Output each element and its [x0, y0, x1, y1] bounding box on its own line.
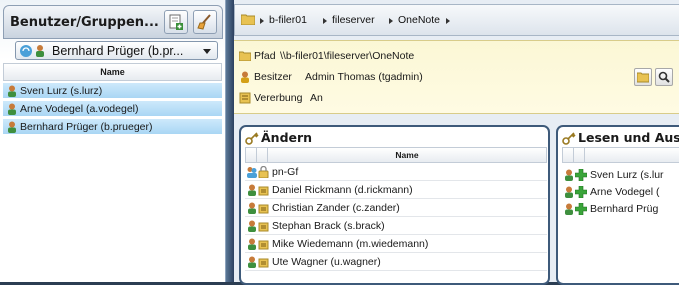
group-title-text: Ändern: [261, 130, 313, 145]
owner-value: Admin Thomas (tgadmin): [305, 71, 423, 83]
member-name: pn-Gf: [272, 166, 299, 178]
panel-splitter[interactable]: [226, 0, 234, 282]
user-icon: [565, 186, 573, 198]
user-icon: [8, 103, 16, 115]
member-name: Daniel Rickmann (d.rickmann): [272, 184, 413, 196]
user-icons: [20, 44, 50, 61]
add-permission-icon: [575, 169, 587, 181]
key-icon: [245, 132, 259, 145]
table-row[interactable]: Christian Zander (c.zander): [245, 200, 547, 217]
table-row[interactable]: Mike Wiedemann (m.wiedemann): [245, 236, 547, 253]
member-name: Ute Wagner (u.wagner): [272, 256, 381, 268]
add-permission-icon: [575, 186, 587, 198]
user-icon: [565, 203, 573, 215]
inherited-permission-icon: [258, 222, 269, 232]
table-header: Name: [245, 147, 547, 163]
column-header-icon-1[interactable]: [246, 148, 257, 162]
breadcrumb-separator-icon: [389, 18, 393, 24]
users-groups-header: Benutzer/Gruppen...: [3, 5, 223, 39]
inherited-permission-icon: [258, 240, 269, 250]
breadcrumb-item[interactable]: OneNote: [398, 14, 440, 26]
folder-icon: [241, 14, 255, 25]
member-name: Arne Vodegel (: [590, 186, 660, 198]
broom-icon: [197, 14, 211, 30]
user-icon: [248, 256, 256, 268]
open-folder-button[interactable]: [634, 68, 652, 86]
search-icon: [658, 71, 670, 83]
lock-icon: [258, 166, 269, 178]
member-name: Stephan Brack (s.brack): [272, 220, 385, 232]
user-name: Arne Vodegel (a.vodegel): [20, 103, 139, 115]
breadcrumb-separator-icon: [323, 18, 327, 24]
user-icon: [565, 169, 573, 181]
user-select-dropdown[interactable]: Bernhard Prüger (b.pr...: [15, 41, 218, 60]
breadcrumb-separator-icon: [260, 18, 264, 24]
inheritance-label: Vererbung: [254, 92, 303, 104]
user-name: Bernhard Prüger (b.prueger): [20, 121, 153, 133]
group-title-text: Lesen und Ausf: [578, 130, 679, 145]
folder-icon: [239, 51, 251, 61]
breadcrumb-item[interactable]: b-filer01: [269, 14, 307, 26]
users-groups-panel: Benutzer/Gruppen... Bernhard Prüger (b.p…: [0, 0, 226, 282]
folder-icon: [637, 72, 649, 83]
member-name: Christian Zander (c.zander): [272, 202, 400, 214]
user-icon: [248, 238, 256, 250]
chevron-down-icon: [203, 49, 211, 54]
breadcrumb-separator-icon: [446, 18, 450, 24]
table-row[interactable]: Arne Vodegel (: [562, 184, 679, 201]
owner-label: Besitzer: [254, 71, 292, 83]
key-icon: [562, 132, 576, 145]
list-item[interactable]: Arne Vodegel (a.vodegel): [3, 101, 222, 117]
group-icon: [247, 167, 257, 178]
table-row[interactable]: Ute Wagner (u.wagner): [245, 254, 547, 271]
folder-properties: Pfad \\b-filer01\fileserver\OneNote Besi…: [234, 40, 679, 114]
add-document-icon: [169, 14, 183, 30]
user-name: Sven Lurz (s.lurz): [20, 85, 103, 97]
table-header: [562, 147, 679, 163]
breadcrumb-item[interactable]: fileserver: [332, 14, 375, 26]
users-groups-title: Benutzer/Gruppen...: [10, 15, 159, 30]
user-icon: [36, 45, 44, 57]
table-row[interactable]: Stephan Brack (s.brack): [245, 218, 547, 235]
column-header-icon-2[interactable]: [574, 148, 585, 162]
name-column-header[interactable]: Name: [3, 63, 222, 81]
user-icon: [8, 85, 16, 97]
permission-group-read-execute: Lesen und Ausf Sven Lurz (s.lur Arne Vod…: [556, 125, 679, 285]
user-icon: [8, 121, 16, 133]
owner-icon: [241, 71, 249, 83]
refresh-icon: [20, 45, 32, 57]
member-name: Bernhard Prüg: [590, 203, 659, 215]
add-user-button[interactable]: [164, 10, 188, 34]
permission-group-change: Ändern Name pn-Gf Daniel Rickmann (d.ric…: [239, 125, 550, 285]
inheritance-value: An: [310, 92, 323, 104]
add-permission-icon: [575, 203, 587, 215]
inherited-permission-icon: [258, 204, 269, 214]
table-row[interactable]: Daniel Rickmann (d.rickmann): [245, 182, 547, 199]
table-row[interactable]: pn-Gf: [245, 164, 547, 181]
table-row[interactable]: Sven Lurz (s.lur: [562, 167, 679, 184]
user-icon: [248, 202, 256, 214]
list-item[interactable]: Sven Lurz (s.lurz): [3, 83, 222, 99]
details-panel: b-filer01 fileserver OneNote Pfad \\b-fi…: [234, 0, 679, 285]
inherited-permission-icon: [258, 258, 269, 268]
name-column-header[interactable]: Name: [268, 148, 546, 162]
member-name: Mike Wiedemann (m.wiedemann): [272, 238, 429, 250]
path-label: Pfad: [254, 50, 276, 62]
column-header-icon-1[interactable]: [563, 148, 574, 162]
inheritance-icon: [239, 92, 251, 104]
user-icon: [248, 184, 256, 196]
user-icon: [248, 220, 256, 232]
table-row[interactable]: Bernhard Prüg: [562, 201, 679, 218]
inherited-permission-icon: [258, 186, 269, 196]
path-value: \\b-filer01\fileserver\OneNote: [280, 50, 415, 62]
clear-button[interactable]: [193, 10, 217, 34]
search-button[interactable]: [655, 68, 673, 86]
column-header-icon-2[interactable]: [257, 148, 268, 162]
breadcrumb: b-filer01 fileserver OneNote: [234, 4, 679, 36]
list-item[interactable]: Bernhard Prüger (b.prueger): [3, 119, 222, 135]
selected-user-text: Bernhard Prüger (b.pr...: [52, 44, 184, 58]
member-name: Sven Lurz (s.lur: [590, 169, 664, 181]
list-empty-area: [3, 140, 222, 282]
